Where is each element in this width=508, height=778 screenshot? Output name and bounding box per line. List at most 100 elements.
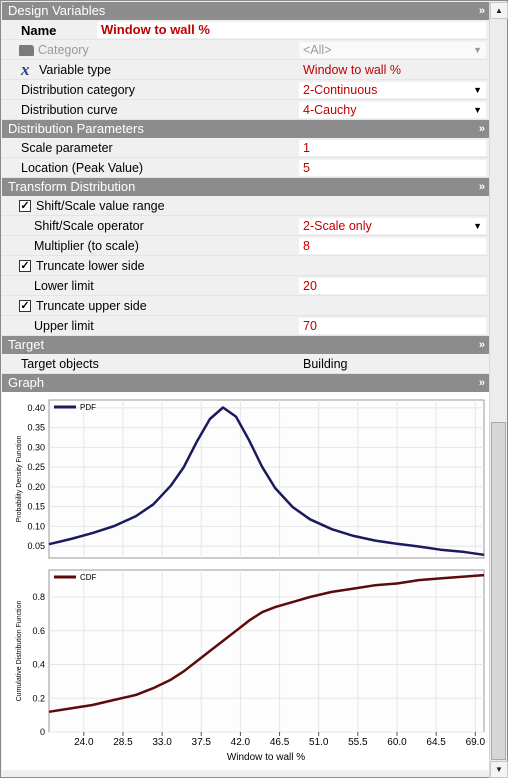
- shift-scale-operator-select[interactable]: 2-Scale only ▼: [299, 218, 486, 234]
- category-select[interactable]: <All> ▼: [299, 42, 486, 58]
- scroll-up-icon[interactable]: ▲: [490, 2, 508, 19]
- section-title: Distribution Parameters: [8, 121, 144, 136]
- section-title: Target: [8, 337, 45, 352]
- lower-limit-label: Lower limit: [34, 279, 94, 293]
- multiplier-field[interactable]: 8: [299, 238, 486, 254]
- category-value: <All>: [303, 43, 332, 57]
- y-tick-label: 0.30: [27, 442, 45, 452]
- truncate-lower-label: Truncate lower side: [36, 259, 145, 273]
- location-row: Location (Peak Value) 5: [2, 158, 489, 178]
- y-tick-label: 0.25: [27, 462, 45, 472]
- truncate-lower-checkbox[interactable]: ✓: [19, 260, 31, 272]
- y-tick-label: 0.6: [32, 626, 45, 636]
- x-tick-label: 51.0: [309, 737, 329, 748]
- legend-label: CDF: [80, 573, 97, 582]
- upper-limit-field[interactable]: 70: [299, 318, 486, 334]
- plot-area: [48, 399, 485, 559]
- triangle-down-icon: ▼: [473, 221, 482, 231]
- multiplier-row: Multiplier (to scale) 8: [2, 236, 489, 256]
- section-header-target[interactable]: Target »: [2, 336, 489, 354]
- name-field[interactable]: Window to wall %: [97, 22, 486, 38]
- variable-type-value: Window to wall %: [303, 63, 401, 77]
- shift-scale-operator-value: 2-Scale only: [303, 219, 372, 233]
- x-tick-label: 33.0: [152, 737, 172, 748]
- triangle-down-icon: ▼: [473, 45, 482, 55]
- scale-parameter-row: Scale parameter 1: [2, 138, 489, 158]
- section-header-graph[interactable]: Graph »: [2, 374, 489, 392]
- graph-area: 0.05 0.10 0.15 0.20 0.25 0.30 0.35 0.40 Probabil…: [2, 392, 489, 770]
- section-header-transform-distribution[interactable]: Transform Distribution »: [2, 178, 489, 196]
- target-objects-row: Target objects Building: [2, 354, 489, 374]
- double-chevron-up-icon[interactable]: »: [479, 374, 485, 392]
- variable-type-row: x Variable type Window to wall %: [2, 60, 489, 80]
- plot-area: [48, 569, 485, 733]
- y-tick-label: 0.15: [27, 502, 45, 512]
- section-title: Graph: [8, 375, 45, 390]
- shift-scale-operator-label: Shift/Scale operator: [34, 219, 144, 233]
- y-axis-label: Cumulative Distribution Function: [16, 601, 23, 702]
- x-tick-label: 64.5: [426, 737, 446, 748]
- location-field[interactable]: 5: [299, 160, 486, 176]
- double-chevron-up-icon[interactable]: »: [479, 2, 485, 20]
- scroll-down-icon[interactable]: ▼: [490, 761, 508, 778]
- distribution-curve-select[interactable]: 4-Cauchy ▼: [299, 102, 486, 118]
- truncate-upper-label: Truncate upper side: [36, 299, 147, 313]
- lower-limit-row: Lower limit 20: [2, 276, 489, 296]
- y-tick-label: 0.2: [32, 693, 45, 703]
- multiplier-label: Multiplier (to scale): [34, 239, 139, 253]
- shift-scale-row: ✓ Shift/Scale value range: [2, 196, 489, 216]
- distribution-category-value: 2-Continuous: [303, 83, 378, 97]
- x-tick-label: 24.0: [74, 737, 94, 748]
- truncate-lower-row: ✓ Truncate lower side: [2, 256, 489, 276]
- distribution-curve-label: Distribution curve: [21, 103, 118, 117]
- shift-scale-label: Shift/Scale value range: [36, 199, 165, 213]
- triangle-down-icon: ▼: [473, 85, 482, 95]
- y-tick-label: 0.8: [32, 592, 45, 602]
- y-tick-label: 0.10: [27, 521, 45, 531]
- section-header-distribution-parameters[interactable]: Distribution Parameters »: [2, 120, 489, 138]
- x-tick-label: 69.0: [466, 737, 486, 748]
- distribution-category-select[interactable]: 2-Continuous ▼: [299, 82, 486, 98]
- distribution-curve-value: 4-Cauchy: [303, 103, 357, 117]
- y-tick-label: 0: [40, 727, 45, 737]
- distribution-curve-row: Distribution curve 4-Cauchy ▼: [2, 100, 489, 120]
- triangle-down-icon: ▼: [473, 105, 482, 115]
- section-header-design-variables[interactable]: Design Variables »: [2, 2, 489, 20]
- lower-limit-field[interactable]: 20: [299, 278, 486, 294]
- y-tick-label: 0.40: [27, 403, 45, 413]
- double-chevron-up-icon[interactable]: »: [479, 336, 485, 354]
- y-tick-label: 0.4: [32, 660, 45, 670]
- section-title: Transform Distribution: [8, 179, 136, 194]
- upper-limit-row: Upper limit 70: [2, 316, 489, 336]
- vertical-scrollbar[interactable]: ▲ ▼: [489, 2, 508, 778]
- x-variable-icon: x: [21, 60, 30, 79]
- name-label: Name: [21, 23, 57, 38]
- scrollbar-thumb[interactable]: [491, 422, 506, 760]
- scale-parameter-label: Scale parameter: [21, 141, 113, 155]
- distribution-category-label: Distribution category: [21, 83, 135, 97]
- section-title: Design Variables: [8, 3, 106, 18]
- property-grid: Design Variables » Name Window to wall %…: [2, 2, 489, 778]
- y-axis-label: Probability Density Function: [16, 436, 23, 523]
- double-chevron-up-icon[interactable]: »: [479, 120, 485, 138]
- x-tick-label: 55.5: [348, 737, 368, 748]
- truncate-upper-checkbox[interactable]: ✓: [19, 300, 31, 312]
- design-variables-panel: Design Variables » Name Window to wall %…: [0, 0, 508, 778]
- target-objects-label: Target objects: [21, 357, 99, 371]
- folder-icon: [19, 45, 34, 56]
- variable-type-label: Variable type: [39, 63, 112, 77]
- y-tick-label: 0.35: [27, 423, 45, 433]
- cdf-chart: 0 0.2 0.4 0.6 0.8 Cumulative Distribution Fun…: [16, 569, 486, 763]
- x-axis-label: Window to wall %: [227, 752, 305, 763]
- double-chevron-up-icon[interactable]: »: [479, 178, 485, 196]
- x-tick-label: 60.0: [387, 737, 407, 748]
- scale-parameter-field[interactable]: 1: [299, 140, 486, 156]
- target-objects-value[interactable]: Building: [299, 356, 486, 372]
- truncate-upper-row: ✓ Truncate upper side: [2, 296, 489, 316]
- x-tick-label: 46.5: [270, 737, 290, 748]
- upper-limit-label: Upper limit: [34, 319, 94, 333]
- x-tick-label: 42.0: [231, 737, 251, 748]
- name-row: Name Window to wall %: [2, 20, 489, 40]
- category-row: Category <All> ▼: [2, 40, 489, 60]
- shift-scale-checkbox[interactable]: ✓: [19, 200, 31, 212]
